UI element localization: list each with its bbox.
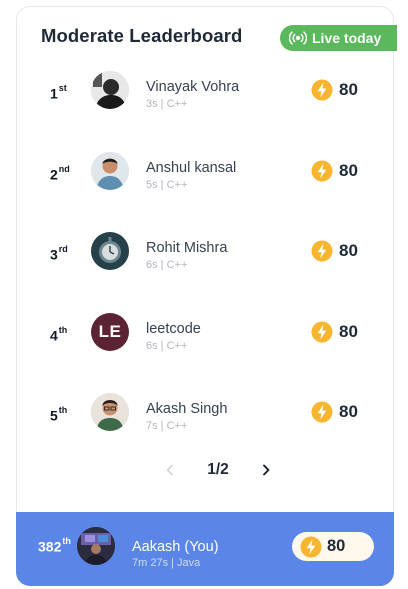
user-name[interactable]: Akash Singh bbox=[146, 401, 227, 417]
avatar[interactable] bbox=[91, 152, 129, 190]
user-photo-icon bbox=[91, 393, 129, 431]
leaderboard-row[interactable]: 3rd Rohit Mishra 6s | C++ 80 bbox=[17, 232, 395, 292]
lightning-bolt-icon bbox=[300, 536, 322, 557]
user-meta: 6s | C++ bbox=[146, 259, 188, 271]
rank-label: 4th bbox=[50, 325, 68, 344]
avatar[interactable] bbox=[91, 232, 129, 270]
lightning-bolt-icon bbox=[311, 79, 333, 101]
rank-label: 3rd bbox=[50, 244, 68, 263]
score: 80 bbox=[311, 240, 358, 262]
leaderboard-row[interactable]: 5th Akash Singh 7s | C++ 80 bbox=[17, 393, 395, 453]
score: 80 bbox=[311, 321, 358, 343]
avatar[interactable] bbox=[91, 71, 129, 109]
score: 80 bbox=[311, 160, 358, 182]
prev-page-button[interactable] bbox=[163, 463, 177, 477]
leaderboard-title: Moderate Leaderboard bbox=[41, 25, 243, 46]
current-user-name[interactable]: Aakash (You) bbox=[132, 539, 219, 555]
leaderboard-row[interactable]: 1st Vinayak Vohra 3s | C++ 80 bbox=[17, 71, 395, 131]
user-meta: 7s | C++ bbox=[146, 420, 188, 432]
stopwatch-photo-icon bbox=[91, 232, 129, 270]
avatar[interactable] bbox=[91, 393, 129, 431]
current-user-row[interactable]: 382th Aakash (You) 7m 27s | Java 80 bbox=[16, 512, 394, 586]
user-name[interactable]: Rohit Mishra bbox=[146, 240, 227, 256]
lightning-bolt-icon bbox=[311, 160, 333, 182]
user-photo-icon bbox=[91, 71, 129, 109]
user-name[interactable]: Vinayak Vohra bbox=[146, 79, 239, 95]
user-name[interactable]: Anshul kansal bbox=[146, 160, 236, 176]
rank-label: 1st bbox=[50, 83, 67, 102]
current-user-avatar[interactable] bbox=[77, 527, 115, 565]
rank-label: 5th bbox=[50, 405, 68, 424]
pagination: 1/2 bbox=[163, 459, 273, 481]
user-meta: 5s | C++ bbox=[146, 179, 188, 191]
live-today-label: Live today bbox=[312, 30, 382, 46]
score: 80 bbox=[311, 79, 358, 101]
current-user-score: 80 bbox=[292, 532, 374, 561]
chevron-right-icon bbox=[263, 464, 270, 476]
leaderboard-row[interactable]: 2nd Anshul kansal 5s | C++ 80 bbox=[17, 152, 395, 212]
broadcast-icon bbox=[289, 31, 307, 45]
lightning-bolt-icon bbox=[311, 321, 333, 343]
lightning-bolt-icon bbox=[311, 401, 333, 423]
leaderboard-card: Moderate Leaderboard Live today 1st Vina… bbox=[16, 6, 397, 586]
live-today-badge[interactable]: Live today bbox=[280, 25, 397, 51]
user-name[interactable]: leetcode bbox=[146, 321, 201, 337]
page-indicator: 1/2 bbox=[207, 461, 229, 478]
user-meta: 3s | C++ bbox=[146, 98, 188, 110]
score: 80 bbox=[311, 401, 358, 423]
current-user-rank: 382th bbox=[38, 536, 71, 555]
lightning-bolt-icon bbox=[311, 240, 333, 262]
chevron-left-icon bbox=[166, 464, 173, 476]
user-meta: 6s | C++ bbox=[146, 340, 188, 352]
user-photo-icon bbox=[91, 152, 129, 190]
leaderboard-row[interactable]: 4th LE leetcode 6s | C++ 80 bbox=[17, 313, 395, 373]
rank-label: 2nd bbox=[50, 164, 70, 183]
current-user-meta: 7m 27s | Java bbox=[132, 557, 201, 569]
avatar-initials[interactable]: LE bbox=[91, 313, 129, 351]
next-page-button[interactable] bbox=[259, 463, 273, 477]
user-photo-icon bbox=[77, 527, 115, 565]
